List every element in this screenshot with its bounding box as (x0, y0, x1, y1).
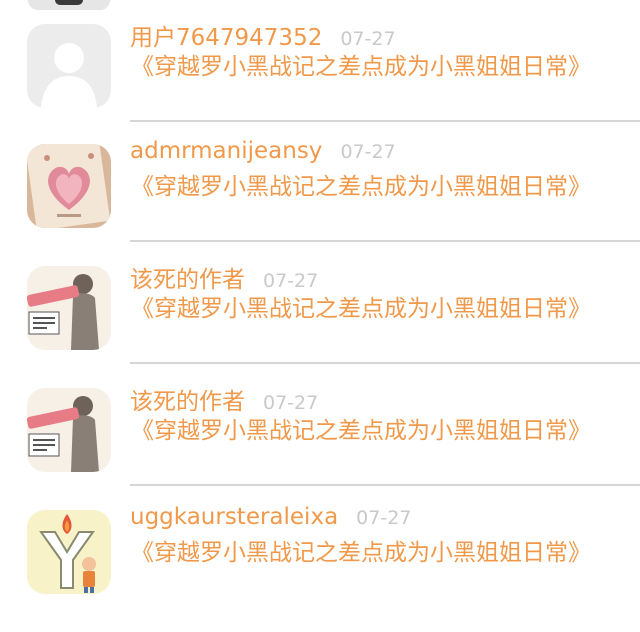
comment-header: 该死的作者 07-27 (130, 260, 318, 294)
comment-text: 《穿越罗小黑战记之差点成为小黑姐姐日常》 (131, 418, 591, 444)
comment-text: 《穿越罗小黑战记之差点成为小黑姐姐日常》 (131, 540, 591, 566)
comment-date: 07-27 (340, 141, 396, 163)
comment-header: 该死的作者 07-27 (130, 382, 318, 416)
default-person-avatar-icon (27, 24, 111, 108)
comment-date: 07-27 (263, 392, 319, 414)
comment-header: admrmanijeansy 07-27 (130, 138, 396, 172)
comment-header: 用户7647947352 07-27 (130, 18, 396, 52)
comic-character-icon (27, 266, 111, 350)
comment-date: 07-27 (340, 28, 396, 50)
pink-heart-card-icon (27, 144, 111, 228)
comment-text: 《穿越罗小黑战记之差点成为小黑姐姐日常》 (131, 174, 591, 200)
comment-item[interactable]: 该死的作者 07-27 《穿越罗小黑战记之差点成为小黑姐姐日常》 (0, 266, 640, 388)
comment-item[interactable]: admrmanijeansy 07-27 《穿越罗小黑战记之差点成为小黑姐姐日常… (0, 138, 640, 266)
comic-character-icon (27, 388, 111, 472)
divider (130, 362, 640, 364)
avatar[interactable] (27, 144, 111, 228)
comment-text: 《穿越罗小黑战记之差点成为小黑姐姐日常》 (131, 296, 591, 322)
divider (130, 240, 640, 242)
avatar[interactable] (27, 510, 111, 594)
username[interactable]: 用户7647947352 (130, 18, 322, 52)
username[interactable]: 该死的作者 (130, 260, 245, 294)
comment-header: uggkaursteraleixa 07-27 (130, 504, 411, 538)
avatar[interactable] (27, 266, 111, 350)
comment-date: 07-27 (263, 270, 319, 292)
comment-date: 07-27 (356, 507, 412, 529)
comment-item[interactable]: 该死的作者 07-27 《穿越罗小黑战记之差点成为小黑姐姐日常》 (0, 388, 640, 510)
y-torch-icon (27, 510, 111, 594)
avatar[interactable] (27, 388, 111, 472)
divider (130, 484, 640, 486)
divider (130, 120, 640, 122)
username[interactable]: admrmanijeansy (130, 138, 322, 164)
username[interactable]: uggkaursteraleixa (130, 504, 338, 530)
comment-item[interactable]: 用户7647947352 07-27 《穿越罗小黑战记之差点成为小黑姐姐日常》 (0, 24, 640, 146)
comment-text: 《穿越罗小黑战记之差点成为小黑姐姐日常》 (131, 54, 591, 80)
previous-item-avatar-edge (28, 0, 110, 10)
avatar[interactable] (27, 24, 111, 108)
username[interactable]: 该死的作者 (130, 382, 245, 416)
